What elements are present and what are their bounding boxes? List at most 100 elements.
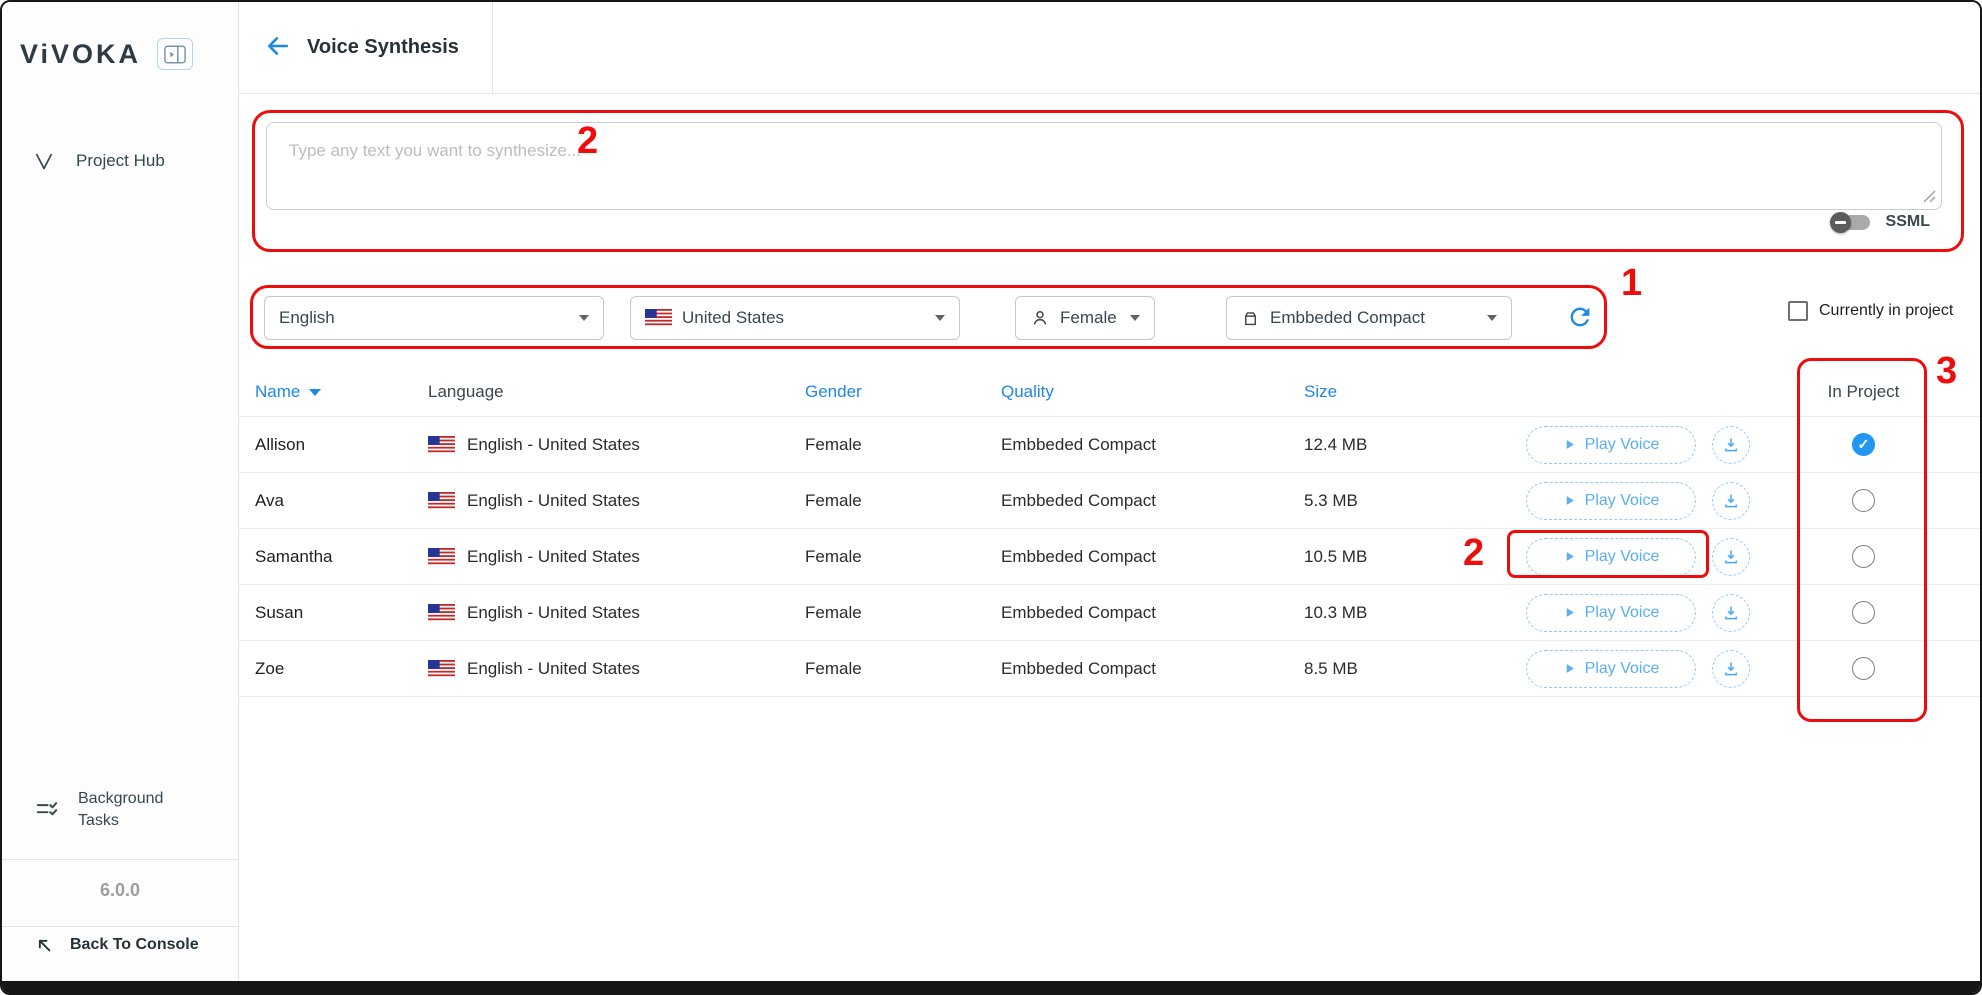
page-title: Voice Synthesis [307,36,459,59]
in-project-radio[interactable] [1852,545,1875,568]
play-icon [1563,550,1576,563]
collapse-panel-icon [164,45,186,64]
voice-language-label: English - United States [467,547,640,567]
quality-dropdown[interactable]: Embbeded Compact [1226,296,1512,340]
table-row: Susan English - United States Female Emb… [239,585,1980,641]
sidebar-collapse-button[interactable] [157,38,193,70]
voice-size: 10.5 MB [1304,547,1526,567]
play-voice-label: Play Voice [1585,548,1660,566]
voice-size: 8.5 MB [1304,659,1526,679]
table-row: Samantha English - United States Female … [239,529,1980,585]
play-icon [1563,438,1576,451]
voice-gender: Female [805,491,1001,511]
column-header-size[interactable]: Size [1304,382,1526,402]
table-row: Zoe English - United States Female Embbe… [239,641,1980,697]
country-dropdown-value: United States [682,308,784,328]
voice-gender: Female [805,603,1001,623]
download-button[interactable] [1712,482,1750,520]
header-divider [492,2,493,94]
resize-handle-icon[interactable] [1923,190,1936,203]
country-dropdown[interactable]: United States [630,296,960,340]
ssml-label: SSML [1886,213,1930,231]
play-voice-label: Play Voice [1585,604,1660,622]
page-header: Voice Synthesis [239,2,1980,94]
person-icon [1030,308,1050,328]
currently-in-project-filter[interactable]: Currently in project [1788,301,1953,321]
synthesis-text-input[interactable] [266,122,1942,210]
column-header-language[interactable]: Language [428,382,805,402]
in-project-radio[interactable] [1852,489,1875,512]
sidebar-divider [2,926,238,927]
back-to-console-button[interactable]: Back To Console [34,935,199,955]
quality-dropdown-value: Embbeded Compact [1270,308,1425,328]
voice-language: English - United States [428,603,805,623]
us-flag-icon [428,492,455,510]
download-icon [1722,660,1740,678]
download-button[interactable] [1712,426,1750,464]
background-tasks-label: Background Tasks [78,788,174,831]
play-voice-button[interactable]: Play Voice [1526,594,1696,632]
sort-descending-icon [309,389,321,396]
ssml-toggle-thumb [1830,212,1851,233]
back-button[interactable] [263,32,293,62]
chevron-down-icon [1130,315,1140,321]
column-header-name[interactable]: Name [255,382,428,402]
voice-name: Susan [255,603,428,623]
in-project-radio[interactable] [1852,657,1875,680]
sidebar-item-project-hub[interactable]: Project Hub [32,149,165,173]
play-voice-button[interactable]: Play Voice [1526,426,1696,464]
download-icon [1722,604,1740,622]
chevron-down-icon [1487,315,1497,321]
table-row: Ava English - United States Female Embbe… [239,473,1980,529]
gender-dropdown-value: Female [1060,308,1117,328]
column-header-gender[interactable]: Gender [805,382,1001,402]
play-icon [1563,606,1576,619]
voice-size: 12.4 MB [1304,435,1526,455]
voice-gender: Female [805,659,1001,679]
sidebar-divider [2,859,238,860]
column-header-quality[interactable]: Quality [1001,382,1304,402]
play-icon [1563,662,1576,675]
back-to-console-label: Back To Console [70,936,199,954]
language-dropdown[interactable]: English [264,296,604,340]
play-voice-button[interactable]: Play Voice [1526,538,1696,576]
voice-quality: Embbeded Compact [1001,435,1304,455]
voice-name: Ava [255,491,428,511]
in-project-radio[interactable] [1852,601,1875,624]
ssml-toggle[interactable] [1832,215,1870,230]
voice-quality: Embbeded Compact [1001,547,1304,567]
us-flag-icon [645,309,672,327]
play-icon [1563,494,1576,507]
chevron-down-icon [579,315,589,321]
download-button[interactable] [1712,594,1750,632]
play-voice-button[interactable]: Play Voice [1526,482,1696,520]
download-button[interactable] [1712,650,1750,688]
voice-quality: Embbeded Compact [1001,491,1304,511]
table-header-row: Name Language Gender Quality Size In Pro… [239,367,1980,417]
us-flag-icon [428,436,455,454]
package-icon [1241,309,1260,328]
voice-language: English - United States [428,435,805,455]
annotation-number-1-filters: 1 [1621,262,1642,305]
voices-table: Name Language Gender Quality Size In Pro… [239,367,1980,697]
version-label: 6.0.0 [2,880,238,901]
download-button[interactable] [1712,538,1750,576]
voice-name: Samantha [255,547,428,567]
in-project-radio[interactable] [1852,433,1875,456]
currently-in-project-checkbox[interactable] [1788,301,1808,321]
refresh-icon [1566,303,1594,331]
download-icon [1722,436,1740,454]
play-voice-button[interactable]: Play Voice [1526,650,1696,688]
sidebar-item-background-tasks[interactable]: Background Tasks [34,788,204,831]
us-flag-icon [428,660,455,678]
arrow-up-left-icon [34,935,54,955]
voice-gender: Female [805,435,1001,455]
project-hub-label: Project Hub [76,151,165,171]
sidebar: ViVOKA Project Hub Background Tasks [2,2,239,981]
refresh-filters-button[interactable] [1565,303,1595,333]
back-arrow-icon [264,32,292,60]
voice-quality: Embbeded Compact [1001,659,1304,679]
voice-language: English - United States [428,547,805,567]
voice-size: 10.3 MB [1304,603,1526,623]
gender-dropdown[interactable]: Female [1015,296,1155,340]
